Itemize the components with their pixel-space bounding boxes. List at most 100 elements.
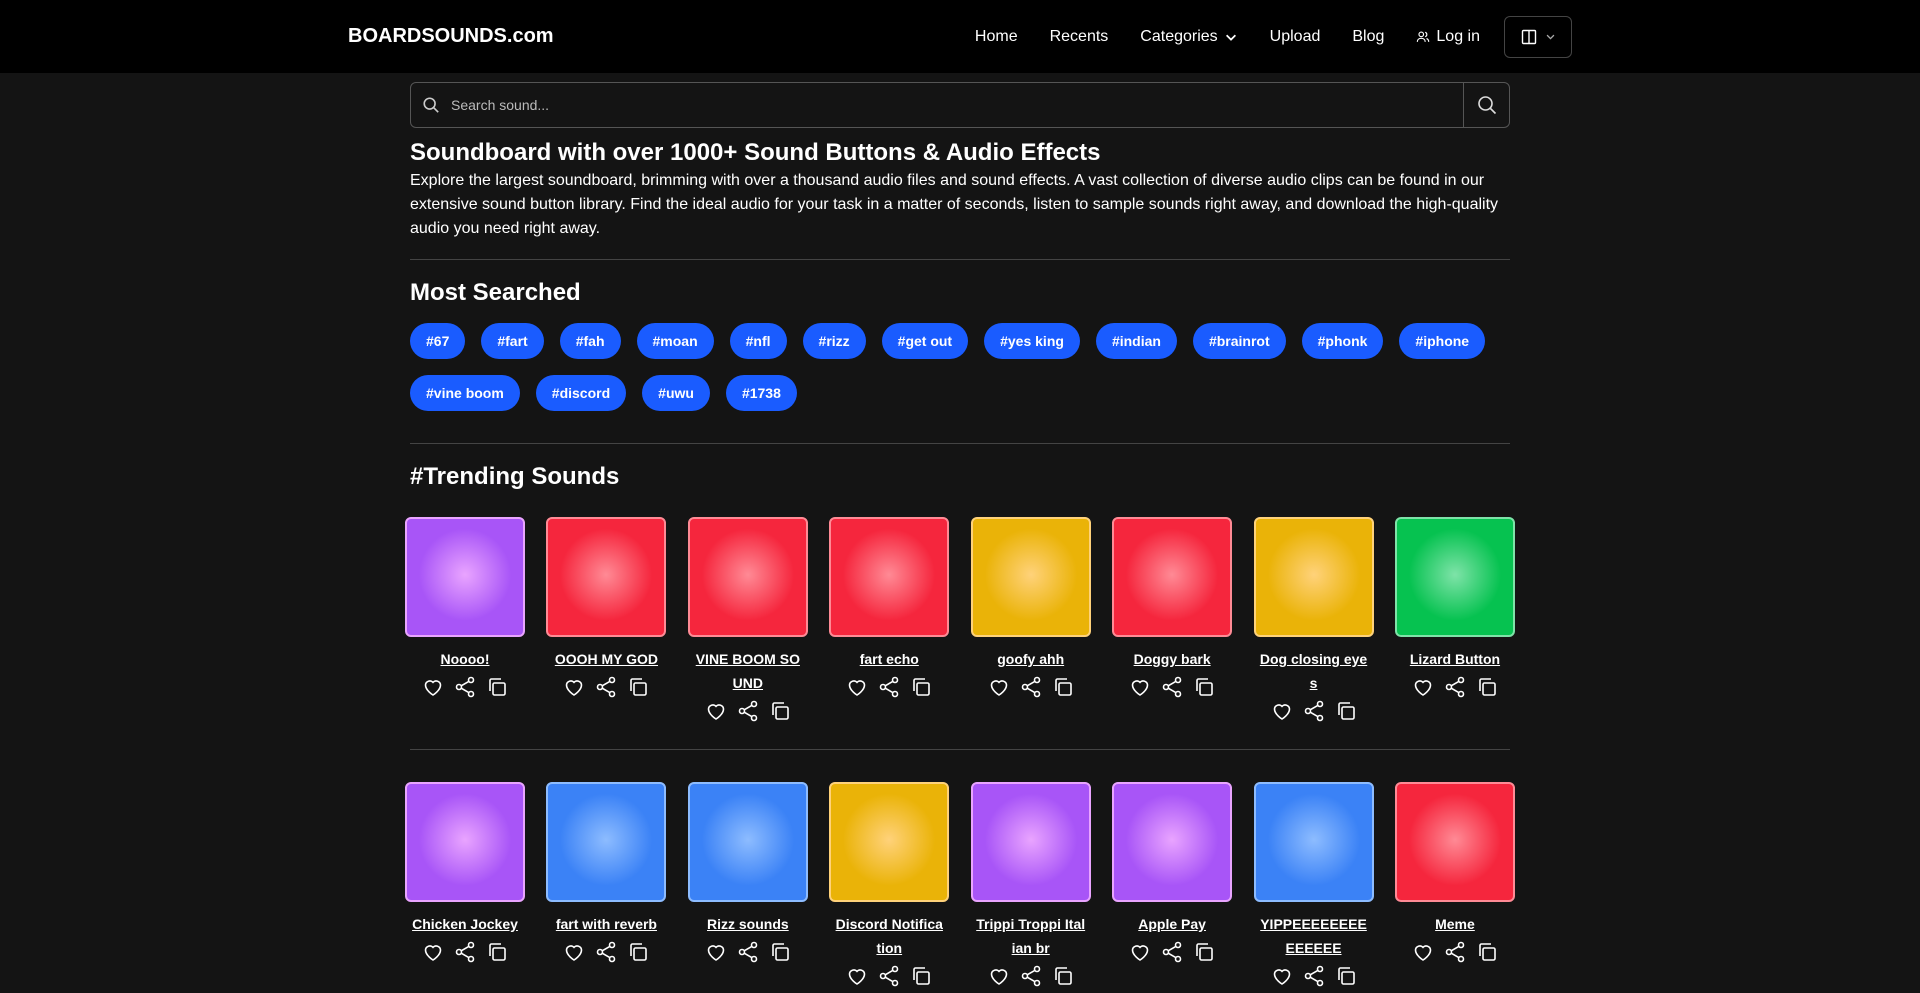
tag-chip[interactable]: #get out — [881, 323, 969, 359]
search-button[interactable] — [1463, 83, 1509, 127]
sound-title-link[interactable]: Rizz sounds — [693, 912, 803, 936]
tag-chip[interactable]: #rizz — [802, 323, 866, 359]
copy-icon[interactable] — [485, 675, 509, 699]
login-link[interactable]: Log in — [1400, 28, 1496, 46]
sound-play-button[interactable] — [687, 517, 808, 637]
heart-icon[interactable] — [1270, 964, 1294, 988]
sound-title-link[interactable]: Meme — [1400, 912, 1510, 936]
copy-icon[interactable] — [768, 699, 792, 723]
tag-chip[interactable]: #fah — [559, 323, 621, 359]
heart-icon[interactable] — [845, 964, 869, 988]
copy-icon[interactable] — [485, 940, 509, 964]
sound-title-link[interactable]: Dog closing eyes — [1259, 647, 1369, 695]
tag-chip[interactable]: #67 — [410, 323, 466, 359]
tag-chip[interactable]: #yes king — [984, 323, 1080, 359]
sound-play-button[interactable] — [405, 782, 525, 902]
share-icon[interactable] — [594, 675, 618, 699]
copy-icon[interactable] — [1334, 699, 1358, 723]
sound-play-button[interactable] — [1112, 782, 1233, 902]
heart-icon[interactable] — [704, 699, 728, 723]
sound-title-link[interactable]: Trippi Troppi Italian br — [976, 912, 1086, 960]
share-icon[interactable] — [1019, 675, 1043, 699]
heart-icon[interactable] — [1270, 699, 1294, 723]
copy-icon[interactable] — [768, 940, 792, 964]
sound-title-link[interactable]: Noooo! — [410, 647, 520, 671]
share-icon[interactable] — [1160, 675, 1184, 699]
copy-icon[interactable] — [1192, 675, 1216, 699]
copy-icon[interactable] — [1334, 964, 1358, 988]
copy-icon[interactable] — [1475, 940, 1499, 964]
theme-toggle-button[interactable] — [1504, 15, 1572, 58]
copy-icon[interactable] — [909, 675, 933, 699]
share-icon[interactable] — [1019, 964, 1043, 988]
sound-title-link[interactable]: Apple Pay — [1117, 912, 1227, 936]
nav-categories[interactable]: Categories — [1124, 28, 1253, 46]
heart-icon[interactable] — [1411, 940, 1435, 964]
sound-play-button[interactable] — [829, 782, 950, 902]
share-icon[interactable] — [1302, 964, 1326, 988]
share-icon[interactable] — [736, 699, 760, 723]
copy-icon[interactable] — [626, 675, 650, 699]
tag-chip[interactable]: #moan — [636, 323, 714, 359]
sound-play-button[interactable] — [970, 517, 1091, 637]
sound-title-link[interactable]: Lizard Button — [1400, 647, 1510, 671]
heart-icon[interactable] — [421, 675, 445, 699]
share-icon[interactable] — [453, 675, 477, 699]
sound-play-button[interactable] — [970, 782, 1091, 902]
sound-play-button[interactable] — [546, 782, 667, 902]
copy-icon[interactable] — [1051, 964, 1075, 988]
sound-title-link[interactable]: fart with reverb — [551, 912, 661, 936]
sound-title-link[interactable]: Doggy bark — [1117, 647, 1227, 671]
heart-icon[interactable] — [562, 940, 586, 964]
sound-play-button[interactable] — [1112, 517, 1233, 637]
tag-chip[interactable]: #indian — [1095, 323, 1177, 359]
share-icon[interactable] — [1443, 675, 1467, 699]
brand-logo[interactable]: BOARDSOUNDS.com — [348, 25, 554, 48]
sound-title-link[interactable]: VINE BOOM SOUND — [693, 647, 803, 695]
sound-play-button[interactable] — [1394, 782, 1515, 902]
share-icon[interactable] — [594, 940, 618, 964]
copy-icon[interactable] — [1051, 675, 1075, 699]
sound-play-button[interactable] — [1253, 782, 1374, 902]
copy-icon[interactable] — [626, 940, 650, 964]
sound-title-link[interactable]: OOOH MY GOD — [551, 647, 661, 671]
share-icon[interactable] — [877, 964, 901, 988]
sound-play-button[interactable] — [687, 782, 808, 902]
sound-play-button[interactable] — [1253, 517, 1374, 637]
sound-title-link[interactable]: YIPPEEEEEEEEEEEEEE — [1259, 912, 1369, 960]
nav-recents[interactable]: Recents — [1034, 28, 1125, 46]
copy-icon[interactable] — [1192, 940, 1216, 964]
sound-play-button[interactable] — [546, 517, 667, 637]
heart-icon[interactable] — [1411, 675, 1435, 699]
share-icon[interactable] — [1443, 940, 1467, 964]
heart-icon[interactable] — [704, 940, 728, 964]
tag-chip[interactable]: #fart — [481, 323, 544, 359]
tag-chip[interactable]: #vine boom — [410, 375, 520, 411]
search-input[interactable] — [451, 83, 1463, 127]
tag-chip[interactable]: #brainrot — [1192, 323, 1286, 359]
share-icon[interactable] — [877, 675, 901, 699]
heart-icon[interactable] — [421, 940, 445, 964]
nav-upload[interactable]: Upload — [1254, 28, 1337, 46]
heart-icon[interactable] — [987, 964, 1011, 988]
nav-blog[interactable]: Blog — [1336, 28, 1400, 46]
heart-icon[interactable] — [845, 675, 869, 699]
sound-play-button[interactable] — [405, 517, 525, 637]
sound-play-button[interactable] — [1394, 517, 1515, 637]
sound-title-link[interactable]: goofy ahh — [976, 647, 1086, 671]
copy-icon[interactable] — [1475, 675, 1499, 699]
sound-title-link[interactable]: Chicken Jockey — [410, 912, 520, 936]
sound-title-link[interactable]: Discord Notification — [834, 912, 944, 960]
share-icon[interactable] — [453, 940, 477, 964]
sound-title-link[interactable]: fart echo — [834, 647, 944, 671]
share-icon[interactable] — [1302, 699, 1326, 723]
heart-icon[interactable] — [1128, 675, 1152, 699]
sound-play-button[interactable] — [829, 517, 950, 637]
copy-icon[interactable] — [909, 964, 933, 988]
heart-icon[interactable] — [562, 675, 586, 699]
tag-chip[interactable]: #uwu — [642, 375, 710, 411]
share-icon[interactable] — [736, 940, 760, 964]
tag-chip[interactable]: #1738 — [725, 375, 797, 411]
heart-icon[interactable] — [1128, 940, 1152, 964]
tag-chip[interactable]: #iphone — [1399, 323, 1486, 359]
